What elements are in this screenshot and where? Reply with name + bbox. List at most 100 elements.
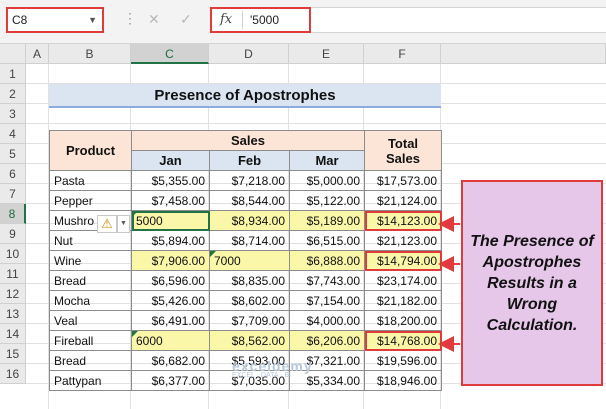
column-header-c[interactable]: C — [131, 44, 209, 64]
column-header-d[interactable]: D — [209, 44, 289, 64]
header-total-sales[interactable]: Total Sales — [364, 130, 442, 171]
cell-mar[interactable]: $6,206.00 — [289, 330, 365, 351]
cell-value: $14,123.00 — [376, 213, 437, 228]
row-header-5[interactable]: 5 — [0, 144, 26, 164]
cell-jan[interactable]: $6,491.00 — [131, 310, 210, 331]
cell-product[interactable]: Bread — [49, 350, 132, 371]
cell-feb[interactable]: $7,709.00 — [209, 310, 290, 331]
select-all-corner[interactable] — [0, 44, 26, 64]
cell-value: $8,934.00 — [231, 213, 285, 228]
cell-total[interactable]: $18,946.00 — [364, 370, 442, 391]
cell-mar[interactable]: $5,122.00 — [289, 190, 365, 211]
cell-jan[interactable]: $5,894.00 — [131, 230, 210, 251]
row-header-10[interactable]: 10 — [0, 244, 26, 264]
warning-triangle-icon[interactable]: ⚠ — [97, 215, 117, 233]
row-header-12[interactable]: 12 — [0, 284, 26, 304]
cell-value: $5,355.00 — [151, 173, 205, 188]
cell-value: $17,573.00 — [376, 173, 437, 188]
cell-mar[interactable]: $5,000.00 — [289, 170, 365, 191]
cell-mar[interactable]: $5,189.00 — [289, 210, 365, 231]
row-header-3[interactable]: 3 — [0, 104, 26, 124]
cell-total[interactable]: $21,123.00 — [364, 230, 442, 251]
cell-feb[interactable]: $8,714.00 — [209, 230, 290, 251]
header-sales[interactable]: Sales — [131, 130, 365, 151]
cell-jan[interactable]: 5000 — [131, 210, 210, 231]
cell-total[interactable]: $21,182.00 — [364, 290, 442, 311]
cell-total[interactable]: $14,768.00 — [364, 330, 442, 351]
row-header-6[interactable]: 6 — [0, 164, 26, 184]
cell-mar[interactable]: $7,154.00 — [289, 290, 365, 311]
cell-total[interactable]: $23,174.00 — [364, 270, 442, 291]
cell-jan[interactable]: 6000 — [131, 330, 210, 351]
cell-mar[interactable]: $7,743.00 — [289, 270, 365, 291]
cell-product[interactable]: Veal — [49, 310, 132, 331]
cell-jan[interactable]: $5,426.00 — [131, 290, 210, 311]
cancel-icon[interactable]: ✕ — [148, 11, 160, 28]
watermark-logo: exceldemy EXCEL · DATA · BI — [232, 358, 313, 379]
row-header-7[interactable]: 7 — [0, 184, 26, 204]
cell-feb[interactable]: $8,562.00 — [209, 330, 290, 351]
cell-mar[interactable]: $6,515.00 — [289, 230, 365, 251]
cell-product[interactable]: Pasta — [49, 170, 132, 191]
cell-value: Nut — [54, 233, 73, 248]
row-header-15[interactable]: 15 — [0, 344, 26, 364]
cell-value: $8,602.00 — [231, 293, 285, 308]
row-header-1[interactable]: 1 — [0, 64, 26, 84]
row-header-11[interactable]: 11 — [0, 264, 26, 284]
row-header-2[interactable]: 2 — [0, 84, 26, 104]
cell-total[interactable]: $14,794.00 — [364, 250, 442, 271]
row-header-4[interactable]: 4 — [0, 124, 26, 144]
cell-mar[interactable]: $4,000.00 — [289, 310, 365, 331]
cell-value: Bread — [54, 273, 87, 288]
cell-jan[interactable]: $7,458.00 — [131, 190, 210, 211]
row-header-8[interactable]: 8 — [0, 204, 26, 224]
cell-total[interactable]: $17,573.00 — [364, 170, 442, 191]
fx-icon[interactable]: fx — [220, 12, 232, 27]
column-header-e[interactable]: E — [289, 44, 364, 64]
cell-jan[interactable]: $6,377.00 — [131, 370, 210, 391]
callout-box: The Presence of Apostrophes Results in a… — [461, 180, 603, 386]
cell-product[interactable]: Nut — [49, 230, 132, 251]
cell-jan[interactable]: $6,682.00 — [131, 350, 210, 371]
cell-jan[interactable]: $5,355.00 — [131, 170, 210, 191]
formula-input-extension[interactable] — [311, 7, 606, 33]
cell-feb[interactable]: $8,602.00 — [209, 290, 290, 311]
formula-bar: C8 ▼ ⋮ ✕ ✓ fx '5000 — [0, 0, 606, 44]
row-header-16[interactable]: 16 — [0, 364, 26, 384]
enter-check-icon[interactable]: ✓ — [180, 11, 192, 28]
chevron-down-icon[interactable]: ▼ — [117, 215, 130, 233]
cell-total[interactable]: $21,124.00 — [364, 190, 442, 211]
cell-total[interactable]: $14,123.00 — [364, 210, 442, 231]
column-header-f[interactable]: F — [364, 44, 441, 64]
row-header-9[interactable]: 9 — [0, 224, 26, 244]
cell-product[interactable]: Bread — [49, 270, 132, 291]
column-header-a[interactable]: A — [26, 44, 49, 64]
row-header-14[interactable]: 14 — [0, 324, 26, 344]
cell-product[interactable]: Fireball — [49, 330, 132, 351]
cell-total[interactable]: $19,596.00 — [364, 350, 442, 371]
cell-feb[interactable]: $8,835.00 — [209, 270, 290, 291]
cell-feb[interactable]: $8,934.00 — [209, 210, 290, 231]
cell-value: $5,000.00 — [306, 173, 360, 188]
cell-product[interactable]: Pattypan — [49, 370, 132, 391]
cell-jan[interactable]: $6,596.00 — [131, 270, 210, 291]
table-row: Bread $6,596.00 $8,835.00 $7,743.00 $23,174.… — [49, 270, 442, 291]
header-mar[interactable]: Mar — [289, 150, 365, 171]
cell-feb[interactable]: 7000 — [209, 250, 290, 271]
cell-feb[interactable]: $8,544.00 — [209, 190, 290, 211]
header-jan[interactable]: Jan — [131, 150, 210, 171]
header-product[interactable]: Product — [49, 130, 132, 171]
cell-product[interactable]: Mocha — [49, 290, 132, 311]
cell-total[interactable]: $18,200.00 — [364, 310, 442, 331]
chevron-down-icon[interactable]: ▼ — [88, 9, 97, 31]
cell-feb[interactable]: $7,218.00 — [209, 170, 290, 191]
cell-mar[interactable]: $6,888.00 — [289, 250, 365, 271]
cell-product[interactable]: Pepper — [49, 190, 132, 211]
column-header-b[interactable]: B — [49, 44, 131, 64]
row-header-13[interactable]: 13 — [0, 304, 26, 324]
name-box[interactable]: C8 ▼ — [6, 7, 104, 33]
header-feb[interactable]: Feb — [209, 150, 290, 171]
cell-jan[interactable]: $7,906.00 — [131, 250, 210, 271]
cell-product[interactable]: Wine — [49, 250, 132, 271]
formula-input[interactable]: '5000 — [250, 13, 279, 27]
